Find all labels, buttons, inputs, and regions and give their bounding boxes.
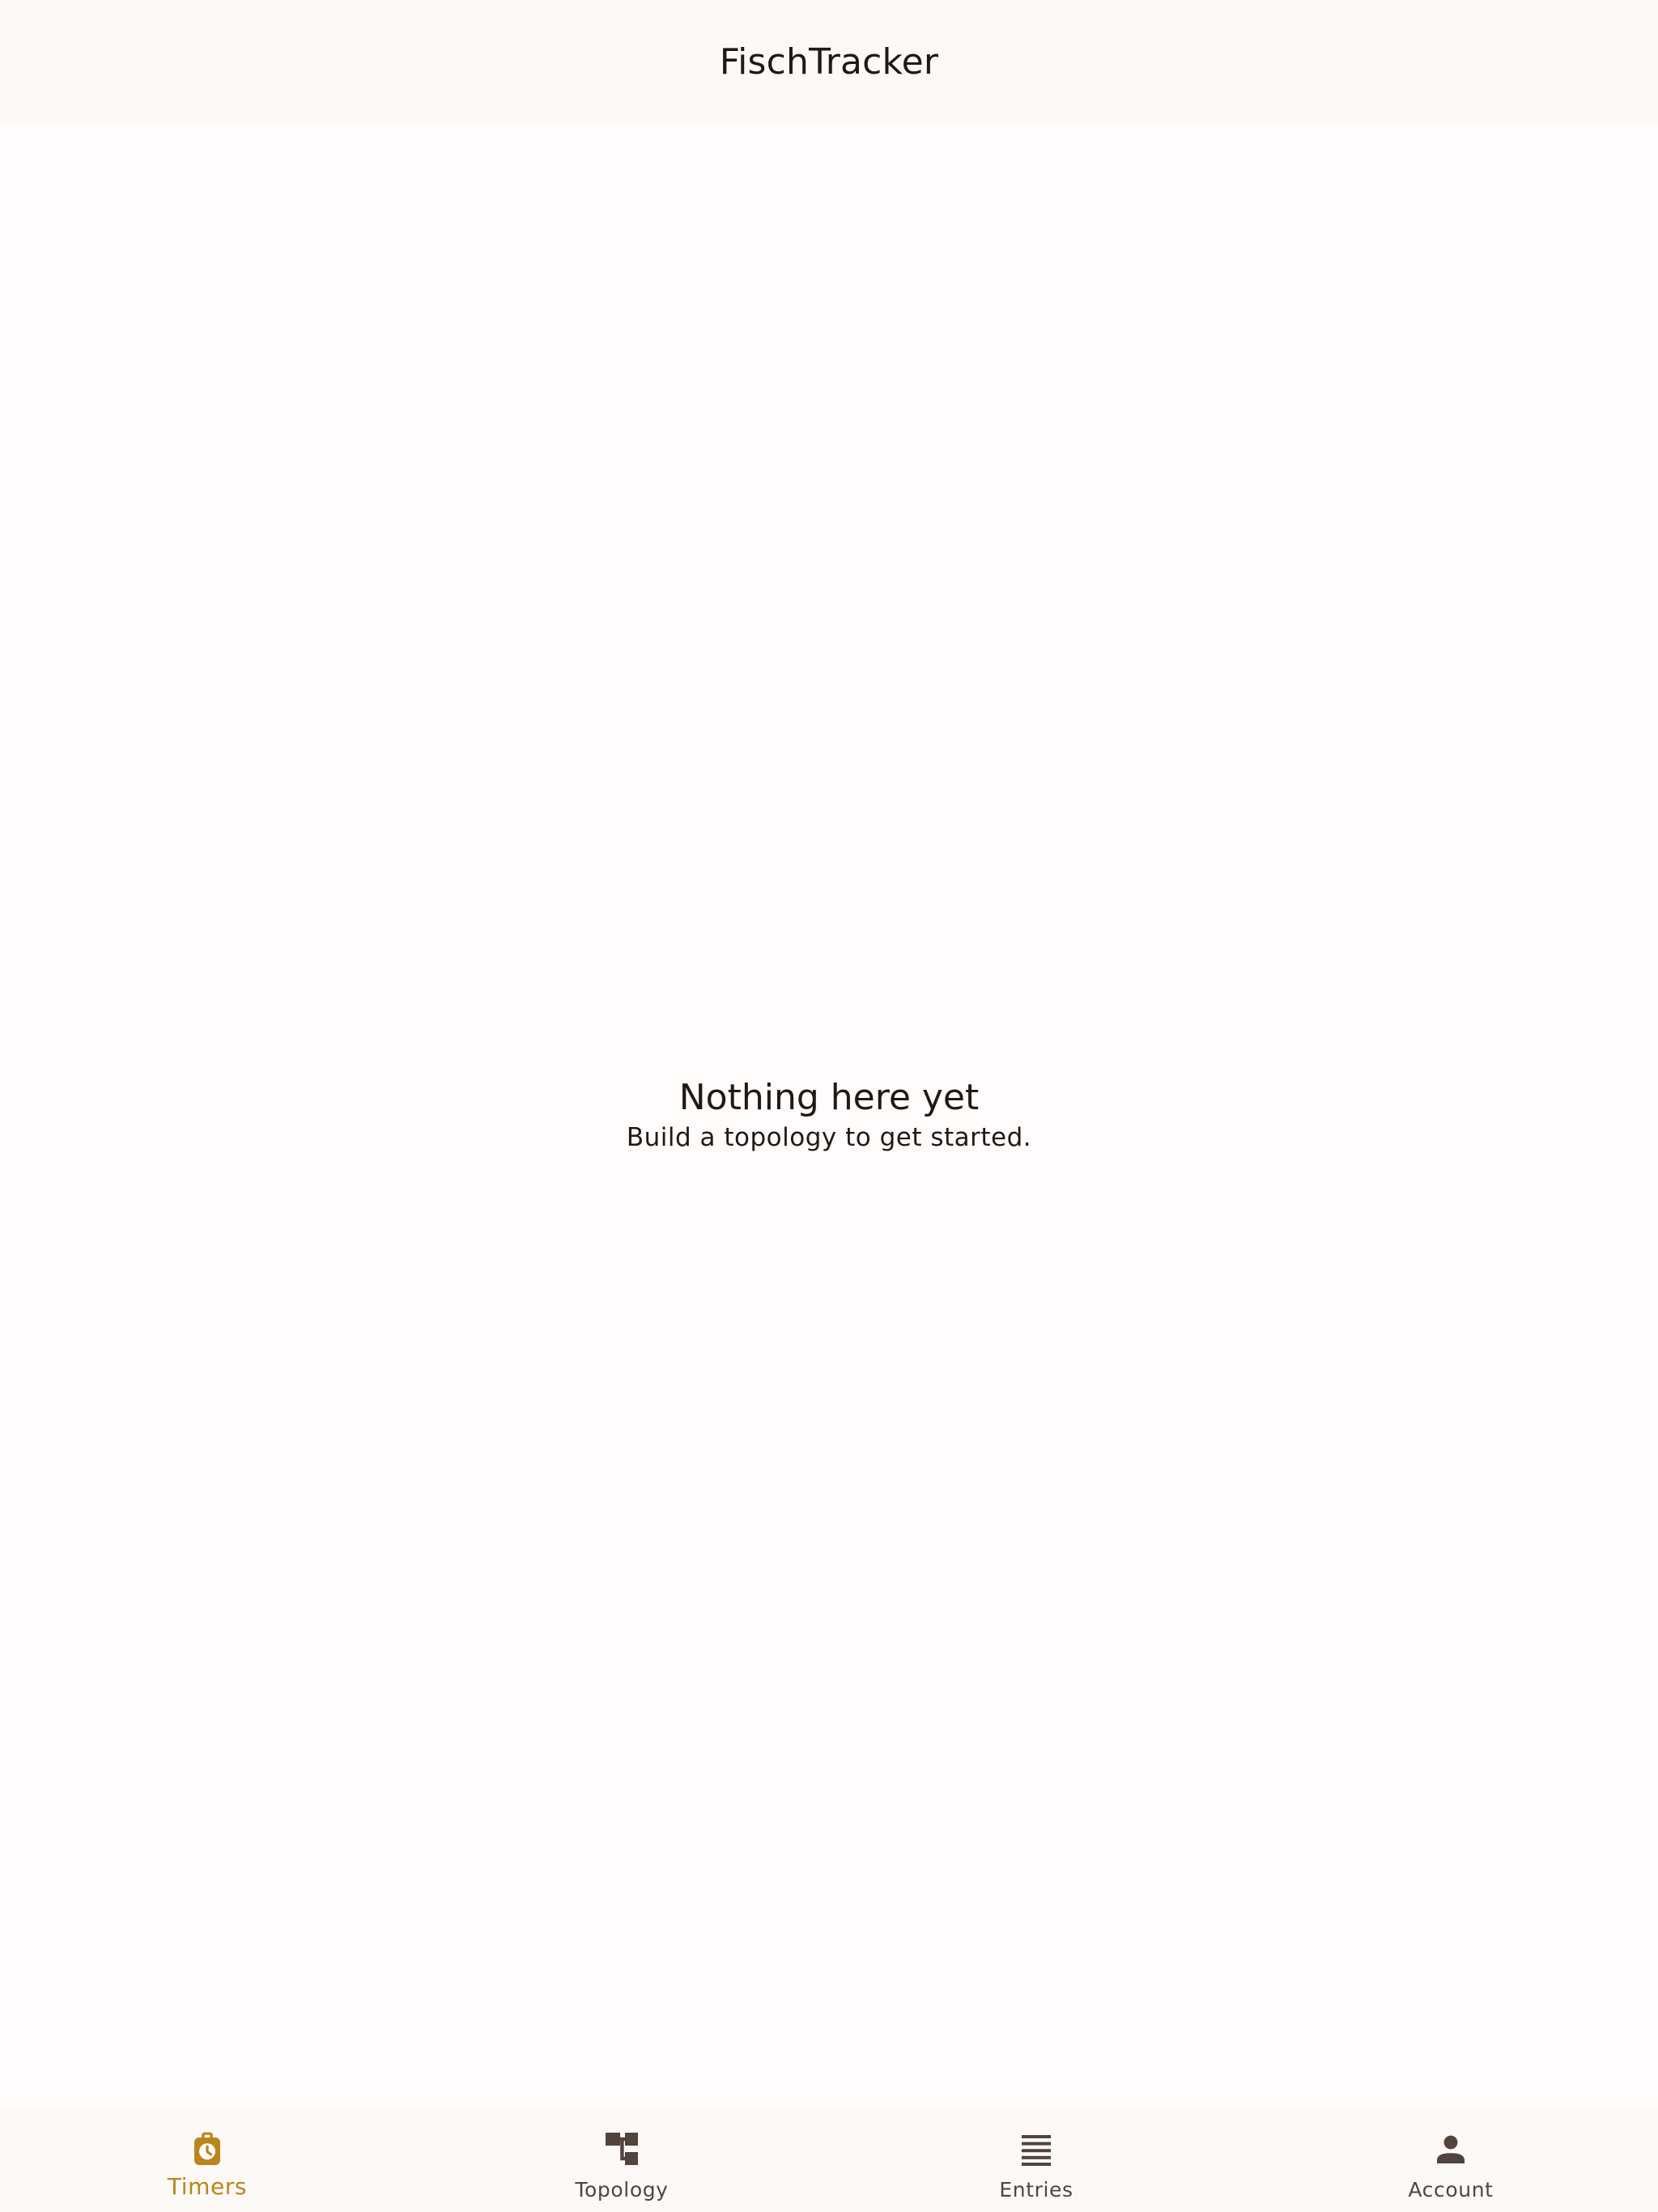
- app-title: FischTracker: [719, 40, 939, 83]
- nav-label-entries: Entries: [999, 2178, 1073, 2201]
- timer-icon: [194, 2132, 220, 2165]
- topology-icon: [606, 2133, 638, 2165]
- app-bar: FischTracker: [0, 0, 1658, 123]
- empty-state-subtitle: Build a topology to get started.: [626, 1123, 1032, 1152]
- nav-item-timers[interactable]: Timers: [0, 2108, 414, 2212]
- empty-state: Nothing here yet Build a topology to get…: [0, 1075, 1658, 1155]
- nav-label-account: Account: [1408, 2178, 1494, 2201]
- bottom-navigation: Timers Topology Entries Account: [0, 2108, 1658, 2212]
- nav-item-account[interactable]: Account: [1244, 2108, 1658, 2212]
- nav-item-entries[interactable]: Entries: [829, 2108, 1244, 2212]
- nav-item-topology[interactable]: Topology: [414, 2108, 829, 2212]
- empty-state-title: Nothing here yet: [678, 1077, 980, 1118]
- nav-label-timers: Timers: [167, 2173, 248, 2200]
- nav-label-topology: Topology: [575, 2178, 669, 2201]
- list-icon: [1022, 2135, 1051, 2166]
- person-icon: [1437, 2135, 1465, 2163]
